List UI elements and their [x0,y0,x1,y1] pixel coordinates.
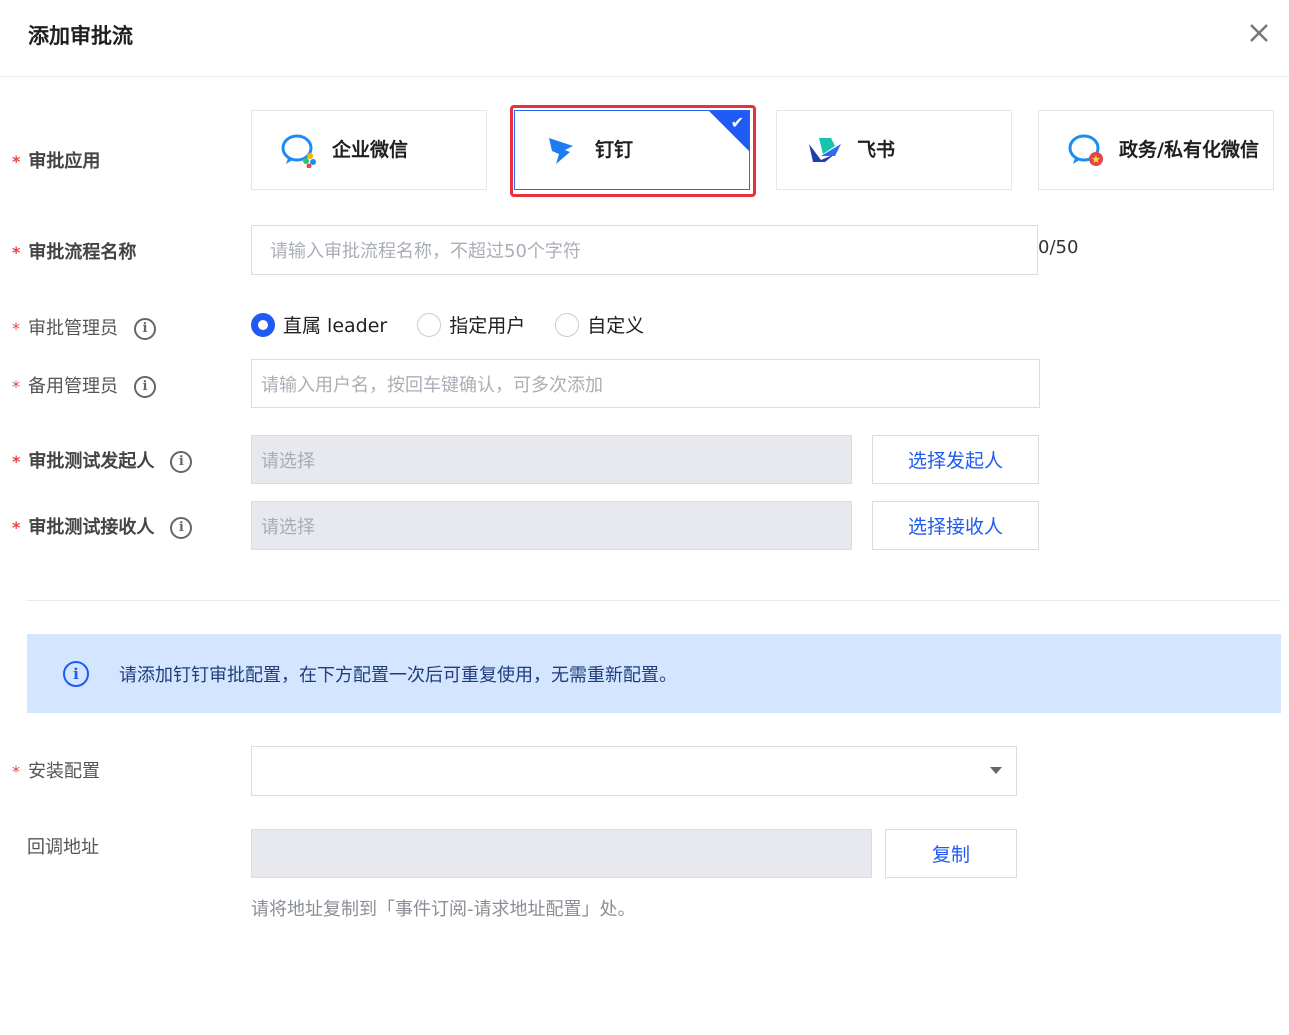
close-icon [1250,24,1268,42]
flow-name-label: 审批流程名称 [28,242,137,263]
required-mark: * [12,762,20,781]
info-banner-text: 请添加钉钉审批配置，在下方配置一次后可重复使用，无需重新配置。 [119,664,677,686]
app-option-feishu[interactable]: 飞书 [776,110,1012,190]
info-icon[interactable]: i [170,517,193,539]
test-initiator-placeholder: 请选择 [261,450,315,472]
test-initiator-label-row: * 审批测试发起人 i [12,447,193,473]
radio-circle-checked [251,312,275,337]
info-icon[interactable]: i [134,318,156,340]
required-mark: * [12,452,21,471]
section-divider [27,600,1281,601]
radio-label: 指定用户 [449,315,526,337]
radio-specified-user[interactable]: 指定用户 [417,311,525,338]
chevron-down-icon [990,767,1002,774]
dialog-header [0,0,1289,77]
flow-name-placeholder: 请输入审批流程名称，不超过50个字符 [270,241,581,262]
app-label-row: * 审批应用 [12,147,100,173]
highlight-outline [510,105,756,197]
select-receiver-button[interactable]: 选择接收人 [872,501,1039,550]
flow-name-label-row: * 审批流程名称 [12,238,136,264]
dialog-title: 添加审批流 [28,24,133,48]
radio-direct-leader[interactable]: 直属 leader [251,311,387,338]
callback-label: 回调地址 [27,837,99,858]
install-config-label-row: * 安装配置 [12,757,100,783]
test-receiver-label-row: * 审批测试接收人 i [12,513,193,539]
close-button[interactable] [1244,18,1274,48]
required-mark: * [12,319,20,338]
copy-button[interactable]: 复制 [885,829,1017,878]
app-option-name: 飞书 [857,139,896,161]
app-option-gov-wechat[interactable]: 政务/私有化微信 [1038,110,1274,190]
gov-wechat-icon [1068,134,1103,166]
callback-hint: 请将地址复制到「事件订阅-请求地址配置」处。 [251,899,636,920]
required-mark: * [12,152,21,171]
radio-circle [555,312,580,337]
app-label: 审批应用 [28,151,101,172]
info-icon[interactable]: i [170,451,193,473]
backup-admin-label: 备用管理员 [28,376,118,397]
app-option-wecom[interactable]: 企业微信 [251,110,487,190]
app-option-name: 企业微信 [332,139,409,161]
test-initiator-label: 审批测试发起人 [28,451,155,472]
backup-admin-placeholder: 请输入用户名，按回车键确认，可多次添加 [261,374,603,396]
info-icon[interactable]: i [134,376,156,398]
feishu-icon [809,138,841,162]
required-mark: * [12,518,21,537]
install-config-select[interactable] [251,746,1017,796]
required-mark: * [12,377,20,396]
test-receiver-label: 审批测试接收人 [28,517,155,538]
test-receiver-input[interactable]: 请选择 [251,501,852,550]
select-initiator-button[interactable]: 选择发起人 [872,435,1039,484]
radio-label: 直属 leader [283,315,388,337]
wecom-icon [281,134,316,168]
backup-admin-input[interactable]: 请输入用户名，按回车键确认，可多次添加 [251,359,1040,408]
radio-circle [417,312,442,337]
test-receiver-placeholder: 请选择 [261,516,315,538]
install-config-label: 安装配置 [28,761,100,782]
radio-label: 自定义 [587,315,645,337]
admin-radio-group: 直属 leader 指定用户 自定义 [251,311,674,338]
callback-url-input[interactable] [251,829,872,878]
flow-name-input[interactable]: 请输入审批流程名称，不超过50个字符 [251,225,1038,275]
char-counter: 0/50 [1038,237,1079,258]
app-option-name: 政务/私有化微信 [1119,139,1259,161]
info-banner: i 请添加钉钉审批配置，在下方配置一次后可重复使用，无需重新配置。 [27,634,1281,713]
info-icon: i [63,660,89,687]
admin-label: 审批管理员 [28,318,118,339]
backup-admin-label-row: * 备用管理员 i [12,372,156,398]
test-initiator-input[interactable]: 请选择 [251,435,852,484]
admin-label-row: * 审批管理员 i [12,314,156,340]
radio-custom[interactable]: 自定义 [555,311,644,338]
required-mark: * [12,243,21,262]
